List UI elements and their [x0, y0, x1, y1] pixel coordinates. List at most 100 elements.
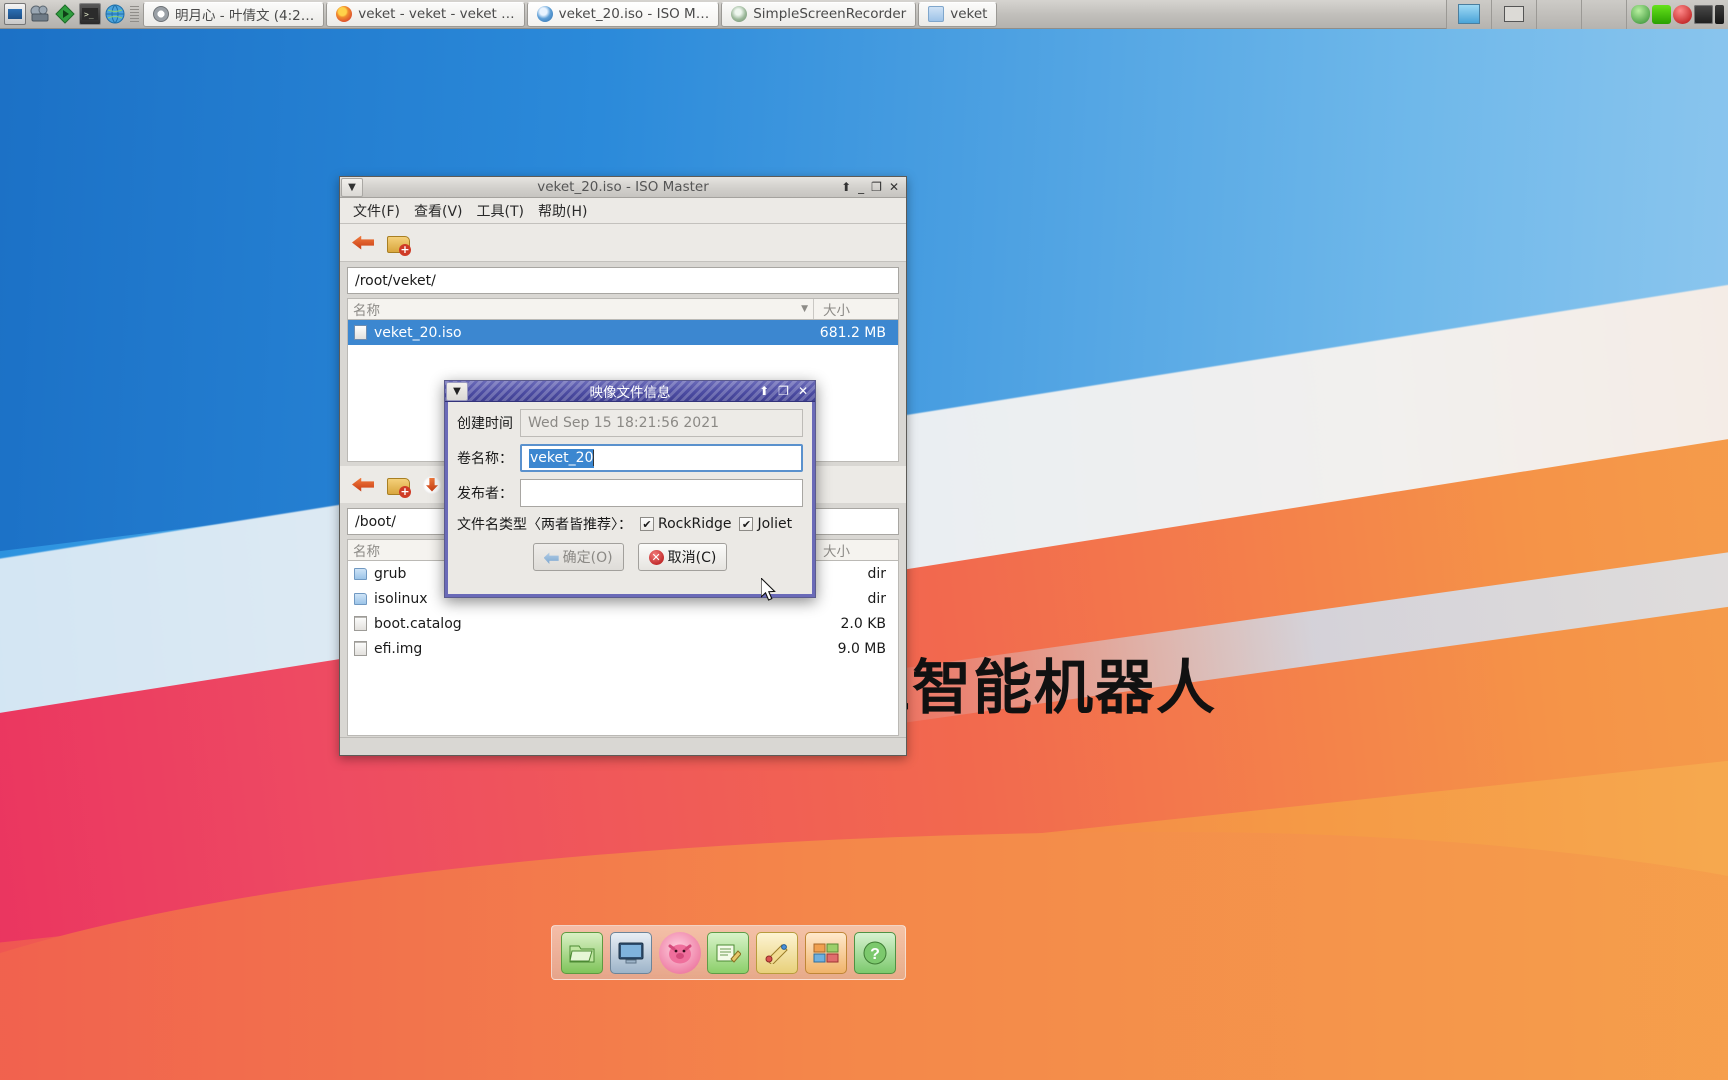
system-monitor-icon[interactable] — [4, 3, 26, 25]
lower-path-value: /boot/ — [355, 513, 396, 530]
keyboard-layout-icon[interactable] — [1694, 4, 1713, 24]
task-button-audacious[interactable]: 明月心 - 叶倩文 (4:2… — [143, 1, 325, 27]
checkbox-checked-icon: ✔ — [640, 517, 654, 531]
file-icon — [354, 325, 367, 340]
pet-app-icon[interactable] — [658, 931, 701, 974]
screenshot-tool-icon[interactable] — [1446, 0, 1491, 29]
menu-item-file[interactable]: 文件(F) — [347, 199, 406, 223]
power-icon[interactable] — [1673, 4, 1692, 24]
volume-name-label: 卷名称： — [457, 451, 513, 467]
dialog-window-controls: ⬆ ❐ ✕ — [759, 385, 815, 397]
bottom-dock: ? — [551, 925, 906, 980]
window-menu-icon[interactable]: ▼ — [341, 177, 363, 197]
table-row[interactable]: veket_20.iso 681.2 MB — [348, 320, 898, 345]
svg-text:>_: >_ — [84, 10, 94, 19]
window-title: veket_20.iso - ISO Master — [537, 179, 709, 195]
created-time-row: 创建时间 Wed Sep 15 18:21:56 2021 — [457, 409, 803, 437]
new-folder-icon[interactable] — [385, 231, 411, 256]
task-button-list: 明月心 - 叶倩文 (4:2… veket - veket - veket … … — [143, 1, 998, 27]
cancel-button-label: 取消(C) — [667, 550, 717, 566]
file-size: 681.2 MB — [819, 324, 886, 341]
task-button-veket-folder[interactable]: veket — [918, 1, 998, 27]
maximize-icon[interactable]: ❐ — [871, 181, 882, 193]
media-play-icon[interactable] — [54, 3, 76, 25]
applications-icon[interactable] — [804, 931, 847, 974]
menu-item-view[interactable]: 查看(V) — [408, 199, 469, 223]
shield-icon[interactable] — [1631, 4, 1650, 24]
ok-button[interactable]: 确定(O) — [532, 543, 624, 571]
iso-master-titlebar[interactable]: ▼ veket_20.iso - ISO Master ⬆ _ ❐ ✕ — [340, 177, 906, 198]
column-header-size[interactable]: 大小 — [814, 299, 898, 319]
svg-text:?: ? — [870, 946, 880, 963]
joliet-checkbox[interactable]: ✔ Joliet — [739, 516, 792, 532]
chevron-down-icon[interactable]: ▼ — [801, 304, 808, 314]
column-header-name[interactable]: 名称 ▼ — [348, 299, 814, 319]
shade-icon[interactable]: ⬆ — [841, 181, 851, 193]
help-icon[interactable]: ? — [853, 931, 896, 974]
table-row[interactable]: boot.catalog 2.0 KB — [348, 611, 898, 636]
ok-button-label: 确定(O) — [562, 550, 613, 566]
go-back-icon[interactable] — [351, 231, 377, 255]
column-header-name-label: 名称 — [353, 303, 380, 319]
maximize-icon[interactable]: ❐ — [778, 385, 789, 397]
paint-app-icon[interactable] — [756, 931, 799, 974]
go-back-icon[interactable] — [351, 473, 377, 497]
file-name: boot.catalog — [374, 615, 462, 632]
computer-icon[interactable] — [610, 931, 653, 974]
cancel-x-icon: ✕ — [648, 549, 664, 565]
shade-icon[interactable]: ⬆ — [759, 385, 769, 397]
close-icon[interactable]: ✕ — [889, 181, 899, 193]
tray-blank-2 — [1581, 0, 1626, 29]
new-folder-icon[interactable] — [385, 473, 411, 498]
video-player-icon[interactable] — [29, 3, 51, 25]
tray-status-icons — [1626, 0, 1728, 29]
close-icon[interactable]: ✕ — [798, 385, 808, 397]
task-button-label: 明月心 - 叶倩文 (4:2… — [175, 8, 315, 24]
disk-usage-icon[interactable] — [1652, 4, 1671, 24]
publisher-input[interactable] — [520, 479, 803, 507]
rockridge-checkbox[interactable]: ✔ RockRidge — [640, 516, 731, 532]
task-button-iso-master[interactable]: veket_20.iso - ISO M… — [526, 1, 720, 27]
dialog-titlebar[interactable]: ▼ 映像文件信息 ⬆ ❐ ✕ — [445, 381, 815, 402]
filename-type-row: 文件名类型〈两者皆推荐〉： ✔ RockRidge ✔ Joliet — [457, 514, 803, 534]
menu-item-tools[interactable]: 工具(T) — [471, 199, 530, 223]
folder-icon — [354, 592, 367, 605]
upper-path-input[interactable]: /root/veket/ — [347, 267, 899, 294]
text-editor-icon[interactable] — [707, 931, 750, 974]
menu-item-help[interactable]: 帮助(H) — [532, 199, 593, 223]
folder-icon — [354, 567, 367, 580]
iso-master-icon — [536, 6, 553, 22]
text-caret — [593, 450, 595, 466]
task-button-screen-recorder[interactable]: SimpleScreenRecorder — [721, 1, 917, 27]
terminal-icon[interactable]: >_ — [79, 3, 101, 25]
web-browser-icon[interactable] — [104, 3, 126, 25]
created-time-label: 创建时间 — [457, 416, 513, 432]
cancel-button[interactable]: ✕ 取消(C) — [637, 543, 728, 571]
dialog-buttons: 确定(O) ✕ 取消(C) — [457, 543, 803, 571]
firefox-icon — [336, 6, 353, 22]
task-button-firefox[interactable]: veket - veket - veket … — [326, 1, 525, 27]
checkbox-checked-icon: ✔ — [739, 517, 754, 531]
volume-icon[interactable] — [1715, 4, 1724, 24]
window-list-icon[interactable] — [1491, 0, 1536, 29]
volume-name-input[interactable]: veket_20 — [520, 444, 803, 472]
created-time-value: Wed Sep 15 18:21:56 2021 — [520, 409, 803, 437]
minimize-icon[interactable]: _ — [858, 181, 864, 193]
file-name: efi.img — [374, 640, 423, 657]
extract-icon[interactable] — [419, 473, 445, 497]
task-button-label: veket — [950, 6, 988, 22]
column-header-size[interactable]: 大小 — [814, 540, 898, 560]
file-name: isolinux — [374, 590, 428, 607]
window-menu-icon[interactable]: ▼ — [446, 381, 468, 401]
file-icon — [354, 641, 367, 656]
table-row[interactable]: efi.img 9.0 MB — [348, 636, 898, 661]
file-manager-icon[interactable] — [561, 931, 604, 974]
file-icon — [354, 616, 367, 631]
audacious-icon — [153, 6, 169, 22]
task-button-label: veket - veket - veket … — [358, 6, 515, 22]
file-name: grub — [374, 565, 407, 582]
volume-name-row: 卷名称： veket_20 — [457, 444, 803, 472]
dialog-resize-grip[interactable] — [445, 588, 815, 597]
file-size: 2.0 KB — [840, 615, 887, 632]
image-file-info-dialog[interactable]: ▼ 映像文件信息 ⬆ ❐ ✕ 创建时间 Wed Sep 15 18:21:56 … — [444, 380, 816, 598]
